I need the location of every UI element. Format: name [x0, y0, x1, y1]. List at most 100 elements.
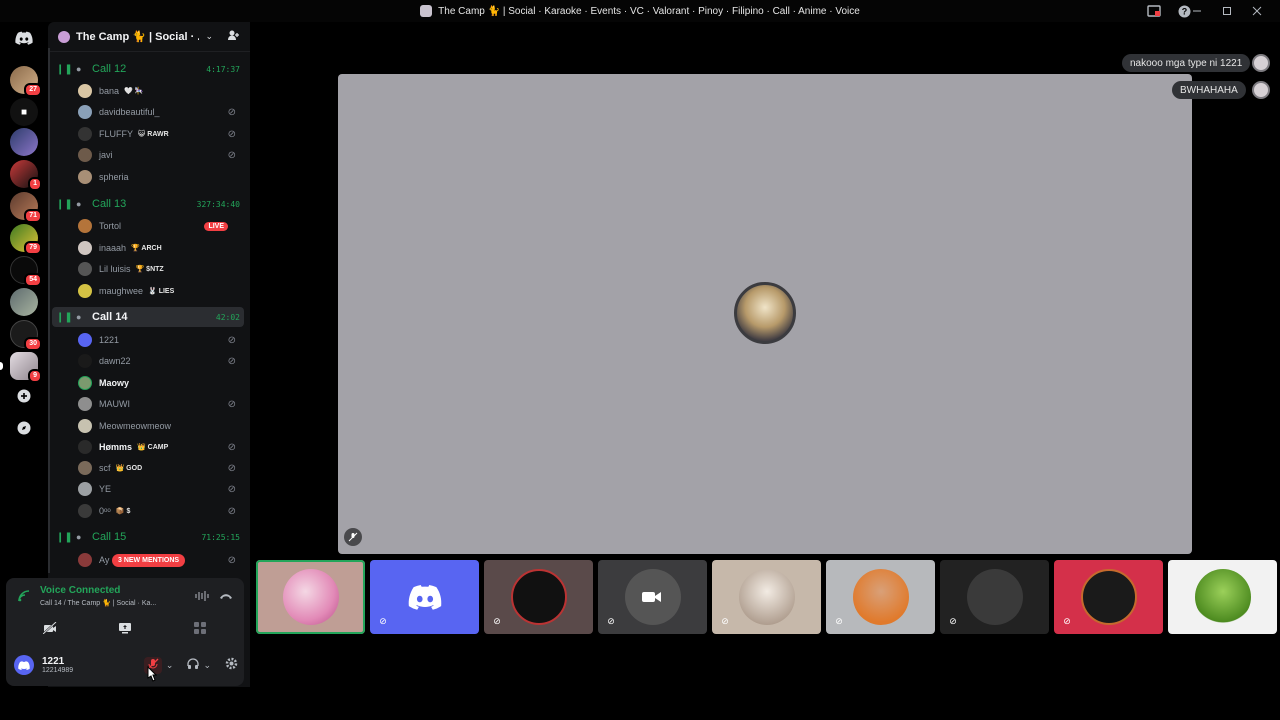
- voice-user[interactable]: dawn22 ⊘: [78, 351, 246, 371]
- voice-user[interactable]: javi ⊘: [78, 145, 246, 165]
- server-item[interactable]: 27: [10, 66, 42, 97]
- inbox-icon[interactable]: [1146, 3, 1162, 19]
- voice-channel-call-14[interactable]: ❙❚ ● Call 14 42:02: [52, 307, 244, 327]
- server-badge: 1: [28, 177, 42, 191]
- voice-channel-call-13[interactable]: ❙❚ ● Call 13 327:34:40: [52, 194, 244, 214]
- camera-off-button[interactable]: [20, 618, 80, 638]
- user-name: inaaah: [99, 243, 127, 253]
- avatar: [78, 127, 92, 141]
- participant-tile[interactable]: ⊘: [1054, 560, 1163, 634]
- maximize-icon[interactable]: [1212, 0, 1242, 22]
- participant-tile[interactable]: ⊘: [712, 560, 821, 634]
- lock-icon: ●: [76, 64, 82, 74]
- voice-channel-call-12[interactable]: ❙❚ ● Call 12 4:17:37: [52, 59, 244, 79]
- server-item[interactable]: 1: [10, 160, 42, 191]
- server-item[interactable]: 79: [10, 224, 42, 255]
- voice-user[interactable]: 0ᵒᵒ 📦 $ ⊘: [78, 501, 246, 521]
- voice-user[interactable]: bana 🤍 🎠: [78, 81, 246, 101]
- title-bar: The Camp 🐈 | Social · Karaoke · Events ·…: [0, 0, 1280, 22]
- voice-activity-icon: ❙❚: [56, 311, 73, 323]
- discord-home-icon[interactable]: [12, 26, 36, 50]
- voice-user[interactable]: FLUFFY 😺 RAWR ⊘: [78, 124, 246, 144]
- server-item[interactable]: 54: [10, 256, 42, 287]
- voice-user[interactable]: Hømms 👑 CAMP ⊘: [78, 437, 246, 457]
- server-badge: 71: [24, 209, 42, 223]
- channel-name: Call 12: [92, 63, 127, 75]
- avatar: [78, 262, 92, 276]
- avatar: [78, 504, 92, 518]
- noise-suppression-icon[interactable]: [192, 588, 212, 604]
- server-badge: 9: [28, 369, 42, 383]
- voice-user[interactable]: scf 👑 GOD ⊘: [78, 458, 246, 478]
- server-badge: 27: [24, 83, 42, 97]
- close-icon[interactable]: [1242, 0, 1272, 22]
- voice-status[interactable]: Voice Connected: [40, 585, 120, 596]
- add-server-icon[interactable]: [12, 384, 36, 408]
- server-item[interactable]: 30: [10, 320, 42, 351]
- server-item[interactable]: [10, 288, 38, 316]
- participant-tile[interactable]: ⊘: [598, 560, 707, 634]
- voice-user[interactable]: davidbeautiful_ ⊘: [78, 102, 246, 122]
- invite-icon[interactable]: [227, 29, 240, 44]
- voice-user[interactable]: maughwee 🐰 LIES: [78, 281, 246, 301]
- channel-timer: 4:17:37: [206, 64, 240, 74]
- participant-tile[interactable]: [256, 560, 365, 634]
- server-item-active[interactable]: 9: [0, 352, 42, 383]
- participant-tile[interactable]: ⊘: [370, 560, 479, 634]
- avatar[interactable]: [14, 655, 34, 675]
- voice-channel-call-15[interactable]: ❙❚ ● Call 15 71:25:15: [52, 527, 244, 547]
- voice-user[interactable]: Meowmeowmeow: [78, 416, 246, 436]
- chevron-down-icon[interactable]: ⌄: [205, 31, 213, 42]
- muted-mic-icon: ⊘: [227, 106, 236, 118]
- user-tag: 🏆 $NTZ: [135, 266, 164, 273]
- voice-user[interactable]: Lil luisis 🏆 $NTZ: [78, 259, 246, 279]
- user-panel: 1221 12214989 ⌄ ⌄: [12, 650, 238, 680]
- muted-mic-icon: ⊘: [227, 505, 236, 517]
- chevron-down-icon[interactable]: ⌄: [166, 660, 174, 671]
- participant-tiles: ⊘ ⊘ ⊘ ⊘ ⊘ ⊘ ⊘: [256, 560, 1280, 634]
- server-item[interactable]: [10, 128, 38, 156]
- server-header[interactable]: The Camp 🐈 | Social · ... ⌄: [48, 22, 250, 52]
- server-item[interactable]: ■: [10, 98, 38, 126]
- signal-icon[interactable]: [18, 590, 30, 605]
- avatar: [853, 569, 909, 625]
- voice-user[interactable]: Tortol LIVE: [78, 216, 246, 236]
- user-identity[interactable]: 1221 12214989: [42, 656, 73, 674]
- chevron-down-icon[interactable]: ⌄: [203, 660, 211, 671]
- muted-mic-icon: ⊘: [227, 128, 236, 140]
- user-name: FLUFFY: [99, 129, 134, 139]
- screen-share-button[interactable]: [95, 618, 155, 638]
- discord-logo-icon: [408, 584, 442, 613]
- voice-user[interactable]: YE ⊘: [78, 479, 246, 499]
- user-name: javi: [99, 150, 113, 160]
- minimize-icon[interactable]: [1182, 0, 1212, 22]
- voice-user[interactable]: 1221 ⊘: [78, 330, 246, 350]
- disconnect-icon[interactable]: [216, 588, 236, 604]
- server-item[interactable]: 71: [10, 192, 42, 223]
- participant-tile[interactable]: [1168, 560, 1277, 634]
- headphones-icon[interactable]: [187, 657, 200, 673]
- participant-tile[interactable]: ⊘: [826, 560, 935, 634]
- participant-tile[interactable]: ⊘: [484, 560, 593, 634]
- muted-mic-icon: ⊘: [227, 441, 236, 453]
- live-badge: LIVE: [204, 221, 228, 231]
- muted-mic-icon: ⊘: [721, 615, 729, 626]
- voice-user[interactable]: inaaah 🏆 ARCH: [78, 238, 246, 258]
- muted-mic-icon: ⊘: [493, 615, 501, 626]
- activities-button[interactable]: [170, 618, 230, 638]
- settings-gear-icon[interactable]: [225, 657, 238, 673]
- video-stage[interactable]: [338, 74, 1192, 554]
- voice-user[interactable]: MAUWI ⊘: [78, 394, 246, 414]
- explore-icon[interactable]: [12, 416, 36, 440]
- chat-message: nakooo mga type ni 1221: [1122, 54, 1251, 72]
- muted-mic-icon: ⊘: [1063, 615, 1071, 626]
- voice-user[interactable]: spheria: [78, 167, 246, 187]
- voice-user[interactable]: Maowy: [78, 373, 246, 393]
- active-indicator: [0, 362, 3, 370]
- new-mentions-pill[interactable]: 3 NEW MENTIONS: [112, 554, 186, 567]
- server-boost-icon: [58, 30, 70, 43]
- avatar: [511, 569, 567, 625]
- user-name: Maowy: [99, 378, 130, 388]
- participant-tile[interactable]: ⊘: [940, 560, 1049, 634]
- voice-location[interactable]: Call 14 / The Camp 🐈 | Social · Ka...: [40, 599, 156, 607]
